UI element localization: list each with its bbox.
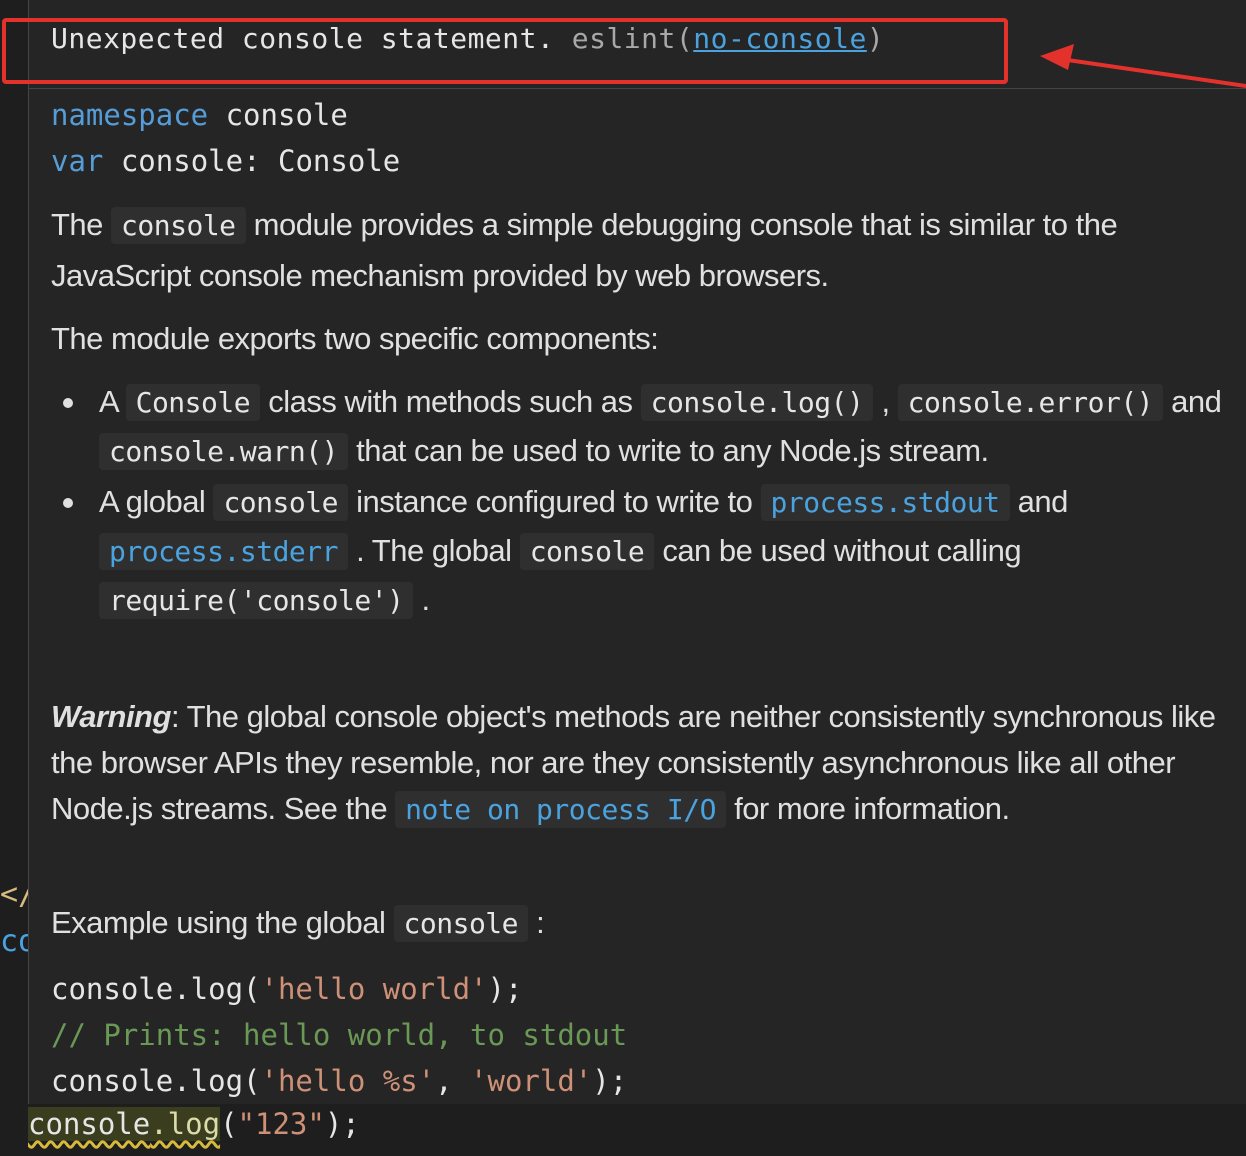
bullet-dot [63, 398, 73, 408]
doc-text: class with methods such as [260, 384, 641, 419]
code-string: 'hello %s' [260, 1064, 436, 1098]
doc-text: and [1163, 384, 1222, 419]
code-token: , [435, 1064, 471, 1098]
inline-code: Console [125, 384, 261, 421]
process-stdout-link[interactable]: process.stdout [760, 484, 1010, 521]
code-comment: // Prints: hello world, to stdout [51, 1018, 628, 1052]
code-string: 'world' [470, 1064, 593, 1098]
example-intro: Example using the global console : [51, 898, 1221, 949]
namespace-keyword: namespace [51, 98, 209, 132]
exports-list: A Console class with methods such as con… [51, 378, 1241, 625]
doc-text: A global [99, 484, 214, 519]
doc-text: The [51, 207, 112, 242]
var-keyword: var [51, 144, 104, 178]
doc-text: . The global [348, 533, 520, 568]
code-token: ); [592, 1064, 628, 1098]
code-token: ); [324, 1107, 360, 1141]
code-token: ); [487, 972, 523, 1006]
process-stderr-link[interactable]: process.stderr [99, 533, 349, 570]
code-token: console.log( [51, 1064, 261, 1098]
doc-intro-paragraph: The console module provides a simple deb… [51, 200, 1221, 301]
bullet-dot [63, 498, 73, 508]
code-string: 'hello world' [260, 972, 488, 1006]
doc-text: instance configured to write to [347, 484, 761, 519]
annotation-arrow-icon [1040, 44, 1246, 88]
process-io-note-link[interactable]: note on process I/O [395, 791, 726, 828]
doc-text: can be used without calling [654, 533, 1022, 568]
inline-code: require('console') [99, 582, 414, 619]
doc-text: A [99, 384, 126, 419]
inline-code: console [213, 484, 348, 521]
editor-code-line[interactable]: console.log("123"); [28, 1102, 360, 1146]
list-item-console-class: A Console class with methods such as con… [51, 378, 1241, 476]
warning-paragraph: Warning: The global console object's met… [51, 694, 1221, 833]
namespace-name: console [208, 98, 348, 132]
code-token: .log [150, 1107, 221, 1141]
doc-text: Example using the global [51, 905, 394, 940]
code-string: "123" [237, 1107, 325, 1141]
inline-code: console [519, 533, 655, 570]
doc-text: that can be used to write to any Node.js… [348, 433, 989, 468]
inline-code: console [111, 207, 246, 244]
flagged-console-identifier[interactable]: console.log [28, 1107, 221, 1141]
doc-exports-paragraph: The module exports two specific componen… [51, 321, 659, 356]
code-token: console [28, 1107, 151, 1141]
doc-text: , [873, 384, 898, 419]
list-item-global-console: A global console instance configured to … [51, 478, 1241, 625]
code-token: console.log( [51, 972, 261, 1006]
code-example-block: console.log('hello world'); // Prints: h… [51, 966, 627, 1104]
doc-text: . [413, 582, 431, 617]
var-declaration: console: Console [103, 144, 401, 178]
inline-code: console.log() [640, 384, 874, 421]
doc-text: for more information. [725, 791, 1010, 826]
signature-block: namespace console var console: Console [51, 92, 400, 184]
warning-label: Warning [51, 699, 171, 734]
doc-text: : [528, 905, 545, 940]
hover-tooltip: Unexpected console statement. eslint(no-… [28, 0, 1246, 1104]
inline-code: console [393, 905, 529, 942]
doc-text: and [1009, 484, 1069, 519]
inline-code: console.warn() [99, 433, 349, 470]
annotation-highlight-box [2, 18, 1008, 84]
inline-code: console.error() [897, 384, 1164, 421]
code-token: ( [220, 1107, 238, 1141]
